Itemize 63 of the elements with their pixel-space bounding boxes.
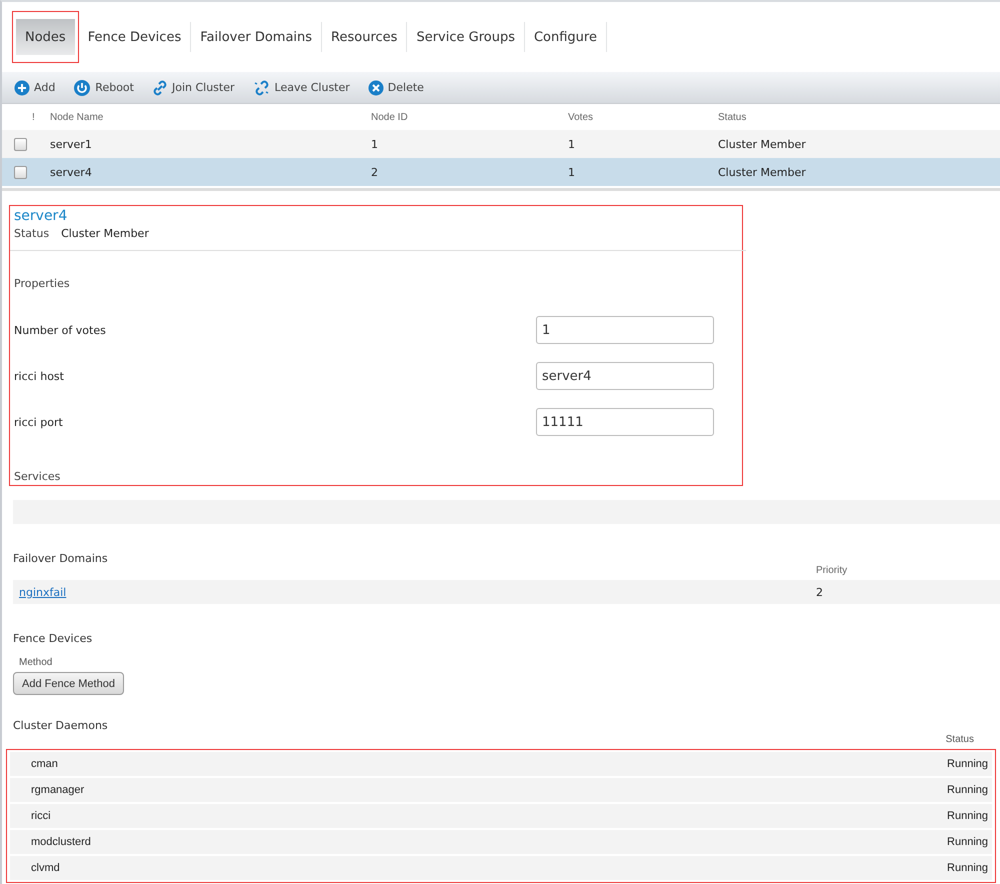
add-fence-method-button[interactable]: Add Fence Method (13, 672, 124, 695)
table-cell-text: Cluster Member (718, 138, 807, 150)
daemon-status: Running (947, 836, 988, 848)
tab[interactable]: Fence Devices (78, 22, 192, 52)
table-cell-text: server4 (50, 166, 93, 178)
table-cell-text: Cluster Member (718, 166, 807, 178)
daemon-name: cman (31, 758, 58, 770)
column-header: Status (718, 112, 748, 122)
table-row[interactable]: server1 1 1 Cluster Member (2, 130, 1000, 158)
table-cell-text: 1 (568, 138, 576, 150)
field-label: Number of votes (14, 324, 106, 336)
toolbar-button[interactable]: Delete (368, 80, 424, 96)
link-icon (152, 80, 168, 96)
table-cell-text: server1 (50, 138, 93, 150)
tab[interactable]: Resources (322, 22, 408, 52)
daemon-name: ricci (31, 810, 51, 822)
field-label: ricci host (14, 370, 64, 382)
column-header: Node ID (371, 112, 409, 122)
status-label: Status (14, 227, 50, 240)
table-cell-text: 1 (568, 166, 576, 178)
delete-icon (368, 80, 384, 96)
table-cell-text: 2 (816, 586, 824, 598)
node-title: server4 (14, 208, 68, 224)
table-cell-text: 1 (371, 138, 379, 150)
tab[interactable]: Nodes (16, 19, 75, 55)
section-heading: Properties (14, 277, 71, 290)
section-heading: Fence Devices (13, 632, 94, 645)
section-heading: Services (14, 470, 62, 483)
input-field[interactable]: 11111 (536, 408, 714, 436)
toolbar-button[interactable]: Add (14, 80, 56, 96)
tab[interactable]: Service Groups (407, 22, 525, 52)
table-cell-text: 2 (371, 166, 379, 178)
toolbar-button[interactable]: Leave Cluster (252, 80, 350, 96)
daemon-status: Running (947, 862, 988, 874)
domain-link[interactable]: nginxfail (19, 586, 66, 598)
table-row[interactable]: server4 2 1 Cluster Member (2, 158, 1000, 186)
daemon-name: modclusterd (31, 836, 91, 848)
status-value: Cluster Member (61, 227, 149, 240)
tab[interactable]: Failover Domains (191, 22, 322, 52)
broken-link-icon (252, 80, 271, 96)
add-icon (14, 80, 30, 96)
daemon-status: Running (947, 758, 988, 770)
toolbar-button[interactable]: Join Cluster (152, 80, 235, 96)
daemon-name: clvmd (31, 862, 60, 874)
tab[interactable]: Configure (524, 22, 607, 52)
daemon-name: rgmanager (31, 784, 84, 796)
field-label: ricci port (14, 416, 63, 428)
section-heading: Failover Domains (13, 552, 109, 565)
section-heading: Cluster Daemons (13, 719, 109, 732)
input-field[interactable]: server4 (536, 362, 714, 390)
checkbox[interactable] (14, 138, 27, 150)
toolbar-button[interactable]: Reboot (73, 78, 134, 96)
daemon-status: Running (947, 784, 988, 796)
column-header: Priority (816, 565, 848, 576)
column-header: ! (32, 112, 36, 122)
checkbox[interactable] (14, 166, 27, 178)
column-header: Status (946, 734, 974, 745)
input-field[interactable]: 1 (536, 316, 714, 344)
column-header: Method (19, 657, 54, 668)
column-header: Node Name (50, 112, 104, 122)
column-header: Votes (568, 112, 594, 122)
power-icon (73, 78, 92, 96)
daemon-status: Running (947, 810, 988, 822)
